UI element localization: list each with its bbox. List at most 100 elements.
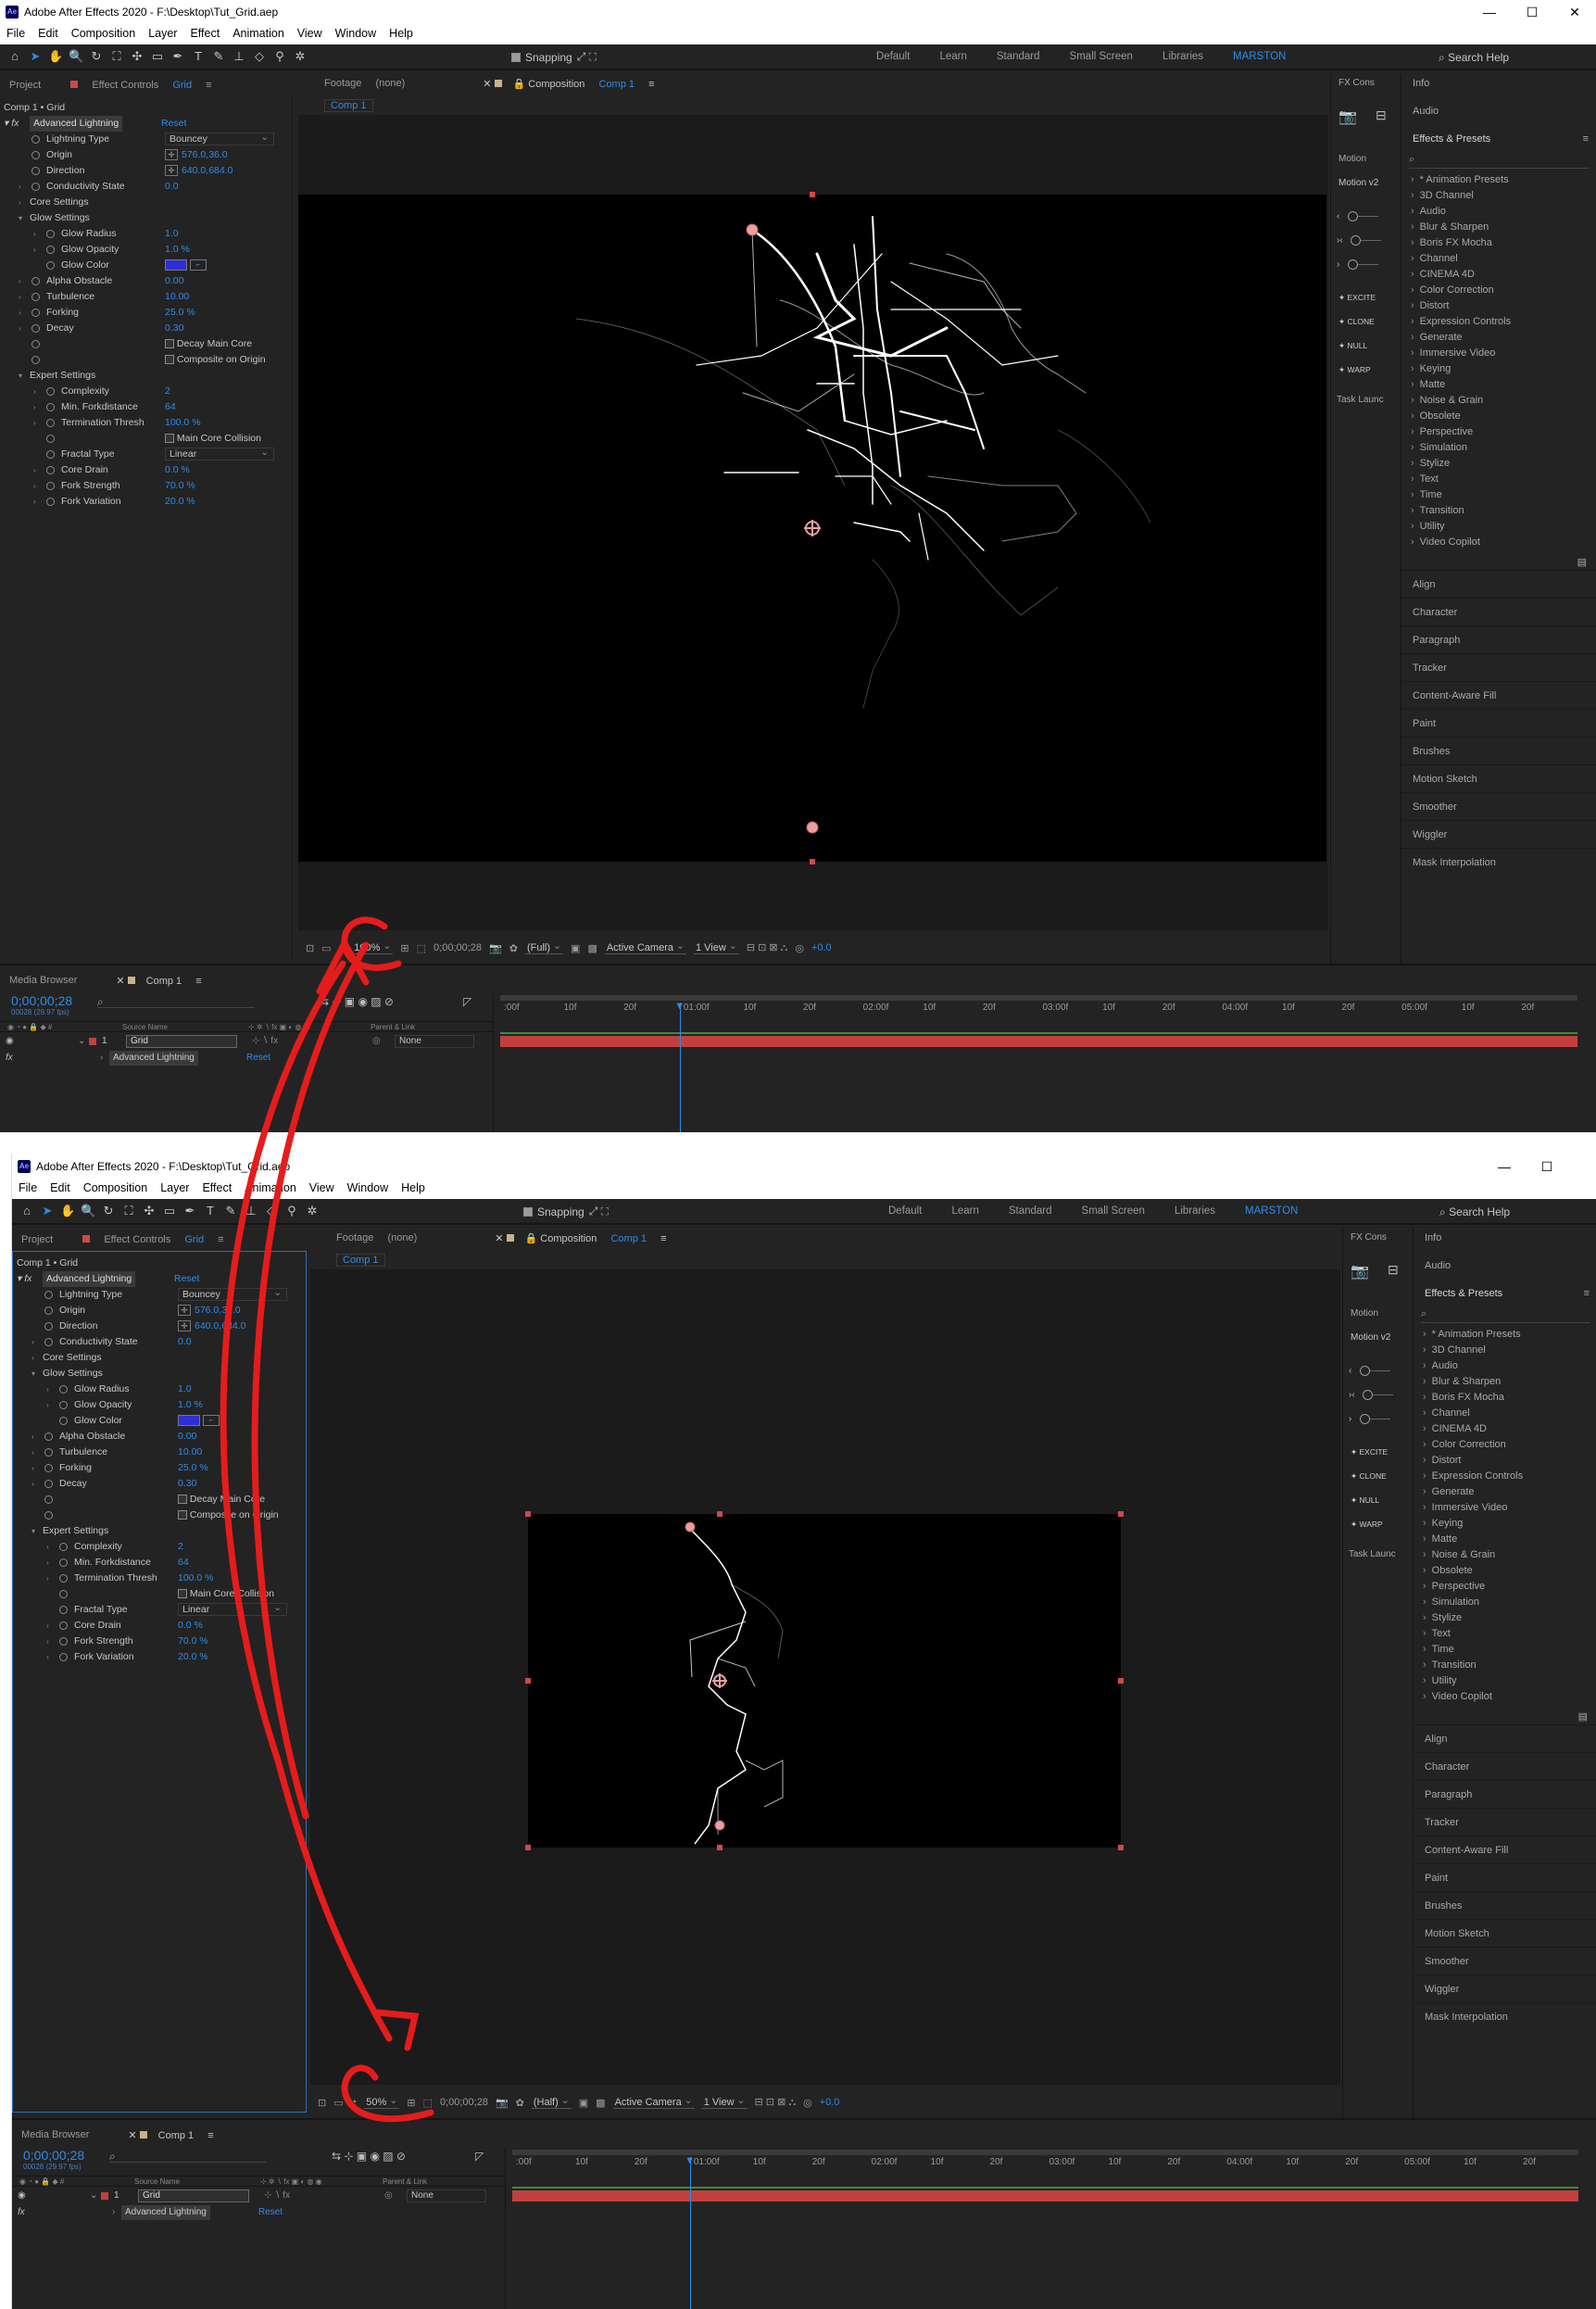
column-source-name[interactable]: Source Name <box>134 2177 180 2187</box>
property-checkbox[interactable] <box>178 1510 187 1520</box>
side-panel-item[interactable]: Mask Interpolation <box>1414 2002 1596 2030</box>
motion-button[interactable]: ✦ EXCITE <box>1351 1447 1388 1457</box>
snapping-checkbox[interactable] <box>523 1206 533 1217</box>
stopwatch-icon[interactable] <box>46 450 55 459</box>
effect-property-row[interactable]: › Glow Radius 1.0 <box>0 226 278 242</box>
tab-comp[interactable]: ✕ Comp 1 ≡ <box>128 2129 213 2141</box>
tab-fx-console[interactable]: FX Cons <box>1338 78 1375 88</box>
grid-layout-icon[interactable]: ⊟ <box>1376 107 1387 123</box>
menu-item[interactable]: Effect <box>183 24 226 44</box>
side-panel-item[interactable]: Paint <box>1401 709 1596 737</box>
side-panel-item[interactable]: Paint <box>1414 1863 1596 1891</box>
pan-behind-icon[interactable]: ✣ <box>130 49 145 64</box>
property-value[interactable]: 0.0 % <box>165 462 190 478</box>
preview-icon[interactable]: ⊡ <box>318 2097 326 2109</box>
timeline-search-input[interactable]: ⌕ <box>109 2150 267 2163</box>
side-panel-item[interactable]: Wiggler <box>1414 1975 1596 2002</box>
workspace-item[interactable]: Standard <box>982 51 1055 62</box>
layer-row[interactable]: ◉ ⌄ 1 Grid ⊹ ∖ fx ◎ None <box>12 2189 505 2203</box>
stopwatch-icon[interactable] <box>59 1637 68 1646</box>
effect-property-row[interactable]: Direction ✛ 640.0,684.0 <box>0 163 278 179</box>
graph-editor-icon[interactable]: ◸ <box>475 2150 484 2163</box>
comp-breadcrumb-item[interactable]: Comp 1 <box>336 1254 385 1267</box>
property-value[interactable]: 0.0 % <box>178 1618 203 1634</box>
effects-category-item[interactable]: Audio <box>1423 1358 1523 1374</box>
graph-editor-icon[interactable]: ◸ <box>463 995 471 1008</box>
effects-category-item[interactable]: Video Copilot <box>1411 535 1511 550</box>
composition-viewer[interactable] <box>310 1269 1340 2085</box>
snapshot-icon[interactable]: 📷 <box>489 942 502 954</box>
stopwatch-icon[interactable] <box>59 1653 68 1661</box>
switches-icons[interactable]: ⊹ ✲ ∖ fx ▣ ◐ ◍ ◉ <box>248 1022 310 1032</box>
point-value[interactable]: 640.0,684.0 <box>195 1320 245 1331</box>
effect-property-row[interactable]: › Fork Variation 20.0 % <box>0 494 278 510</box>
effects-category-item[interactable]: Immersive Video <box>1423 1500 1523 1516</box>
point-value[interactable]: 576.0,36.0 <box>182 149 228 160</box>
viewer-timecode[interactable]: 0;00;00;28 <box>434 942 482 953</box>
twirl-closed-icon[interactable]: › <box>46 1539 54 1555</box>
layer-effect-row[interactable]: fx › Advanced Lightning Reset <box>12 2205 505 2220</box>
effect-property-row[interactable]: › Alpha Obstacle 0.00 <box>13 1429 291 1445</box>
motion-slider-row[interactable]: › <box>1337 259 1379 270</box>
property-checkbox[interactable] <box>165 339 174 349</box>
stopwatch-icon[interactable] <box>44 1464 53 1472</box>
camera-icon[interactable]: 📷 <box>1338 107 1357 126</box>
hand-tool-icon[interactable]: ✋ <box>48 49 63 64</box>
effect-property-row[interactable]: Main Core Collision <box>13 1586 291 1602</box>
effects-category-item[interactable]: Noise & Grain <box>1411 393 1511 409</box>
effect-reset-link[interactable]: Reset <box>161 116 186 132</box>
menu-item[interactable]: Effect <box>195 1179 238 1199</box>
stopwatch-icon[interactable] <box>59 1606 68 1614</box>
crosshair-icon[interactable]: ✛ <box>165 165 178 177</box>
effect-header-row[interactable]: ▾ fx Advanced Lightning Reset <box>4 116 282 132</box>
side-panel-item[interactable]: Smoother <box>1401 792 1596 820</box>
comp-breadcrumb-item[interactable]: Comp 1 <box>324 99 373 112</box>
effects-category-item[interactable]: Obsolete <box>1411 409 1511 424</box>
effects-category-item[interactable]: Obsolete <box>1423 1563 1523 1579</box>
effect-property-row[interactable]: › Min. Forkdistance 64 <box>13 1555 291 1571</box>
menu-item[interactable]: File <box>12 1179 44 1199</box>
effect-property-row[interactable]: Origin ✛ 576.0,36.0 <box>13 1303 291 1319</box>
close-icon[interactable]: ✕ <box>1553 0 1596 24</box>
property-value[interactable]: 70.0 % <box>178 1634 208 1649</box>
effects-category-item[interactable]: Noise & Grain <box>1423 1547 1523 1563</box>
effect-property-row[interactable]: › Alpha Obstacle 0.00 <box>0 273 278 289</box>
fx-badge[interactable]: ▾ fx <box>17 1271 31 1287</box>
menu-item[interactable]: Window <box>329 24 383 44</box>
effects-category-item[interactable]: Stylize <box>1423 1610 1523 1626</box>
effects-category-item[interactable]: Audio <box>1411 204 1511 220</box>
twirl-closed-icon[interactable]: › <box>33 478 41 494</box>
effect-property-row[interactable]: › Conductivity State 0.0 <box>13 1334 291 1350</box>
tab-info[interactable]: Info <box>1425 1232 1441 1243</box>
motion-slider-row[interactable]: ‹ <box>1337 211 1379 221</box>
layer-effect-name[interactable]: Advanced Lightning <box>109 1051 198 1066</box>
rectangle-tool-icon[interactable]: ▭ <box>150 49 165 64</box>
effects-category-item[interactable]: Blur & Sharpen <box>1411 220 1511 235</box>
effects-category-item[interactable]: Channel <box>1411 251 1511 267</box>
side-panel-item[interactable]: Smoother <box>1414 1947 1596 1975</box>
region-icon[interactable]: ⬚ <box>417 942 426 954</box>
home-icon[interactable]: ⌂ <box>19 1204 34 1218</box>
stopwatch-icon[interactable] <box>59 1385 68 1394</box>
effect-property-row[interactable]: Direction ✛ 640.0,684.0 <box>13 1319 291 1334</box>
tab-task-launcher[interactable]: Task Launc <box>1337 395 1384 405</box>
fx-badge[interactable]: fx <box>18 2205 25 2220</box>
layer-switches[interactable]: ⊹ ∖ fx <box>252 1034 278 1049</box>
tab-comp[interactable]: ✕ Comp 1 ≡ <box>116 975 201 987</box>
layer-effect-reset[interactable]: Reset <box>258 2205 283 2220</box>
twirl-closed-icon[interactable]: › <box>19 321 26 336</box>
stopwatch-icon[interactable] <box>59 1621 68 1630</box>
minimize-icon[interactable]: — <box>1468 0 1511 24</box>
effects-presets-title[interactable]: Effects & Presets <box>1425 1288 1502 1299</box>
effects-category-item[interactable]: Boris FX Mocha <box>1411 235 1511 251</box>
twirl-closed-icon[interactable]: › <box>33 384 41 399</box>
effect-property-row[interactable]: Glow Color ⌐ <box>13 1413 291 1429</box>
effect-property-row[interactable]: Composite on Origin <box>0 352 278 368</box>
zoom-tool-icon[interactable]: 🔍 <box>69 49 83 64</box>
point-value[interactable]: 640.0,684.0 <box>182 165 232 176</box>
effect-property-row[interactable]: › Core Drain 0.0 % <box>0 462 278 478</box>
tab-effect-controls[interactable]: Effect Controls Grid ≡ <box>70 80 212 91</box>
twirl-closed-icon[interactable]: › <box>31 1476 39 1492</box>
layer-name[interactable]: Grid <box>126 1035 237 1048</box>
rectangle-tool-icon[interactable]: ▭ <box>162 1204 177 1218</box>
